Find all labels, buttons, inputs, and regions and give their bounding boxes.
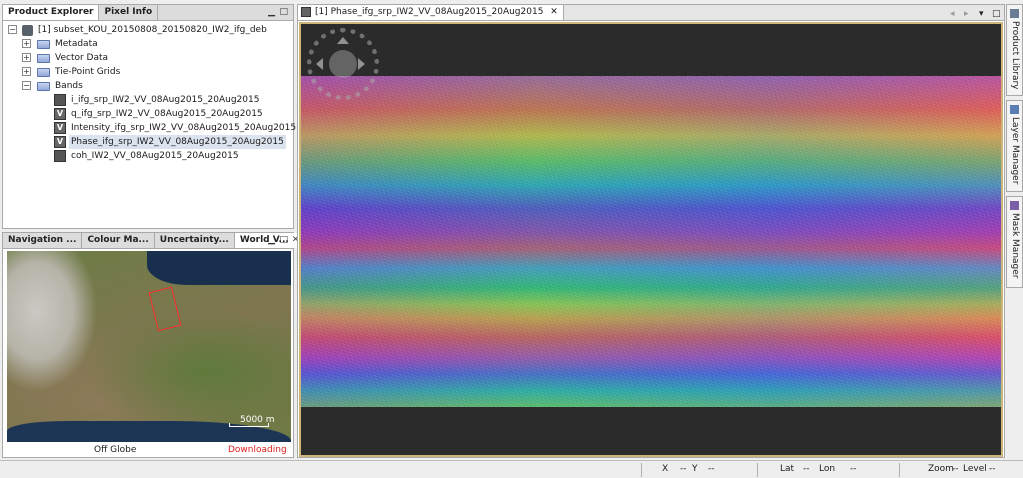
lat-label: Lat <box>780 464 795 474</box>
tree-item-bands[interactable]: − Bands <box>5 79 293 93</box>
tree-item-product[interactable]: − [1] subset_KOU_20150808_20150820_IW2_i… <box>5 23 293 37</box>
image-canvas[interactable] <box>299 22 1003 457</box>
expand-icon[interactable]: + <box>22 39 31 48</box>
folder-icon <box>37 54 50 63</box>
world-map[interactable]: 5000 m <box>7 251 291 442</box>
band-label: q_ifg_srp_IW2_VV_08Aug2015_20Aug2015 <box>71 109 263 119</box>
panel-maximize-icon[interactable]: □ <box>279 7 288 17</box>
phase-image[interactable] <box>301 76 1001 407</box>
sea-area <box>147 251 291 285</box>
library-icon <box>1010 9 1019 18</box>
tab-uncertainty[interactable]: Uncertainty... <box>155 233 235 248</box>
tree-item-metadata[interactable]: + Metadata <box>5 37 293 51</box>
folder-icon <box>37 68 50 77</box>
product-library-label: Product Library <box>1010 21 1020 90</box>
band-label: Intensity_ifg_srp_IW2_VV_08Aug2015_20Aug… <box>71 123 297 133</box>
band-label: i_ifg_srp_IW2_VV_08Aug2015_20Aug2015 <box>71 95 260 105</box>
metadata-label: Metadata <box>55 39 98 49</box>
product-label: [1] subset_KOU_20150808_20150820_IW2_ifg… <box>38 25 267 35</box>
world-view-panel: Navigation ... Colour Ma... Uncertainty.… <box>2 232 306 458</box>
open-folder-icon <box>37 82 50 91</box>
scroll-left-icon[interactable]: ◂ <box>950 9 955 19</box>
x-label: X <box>662 464 669 474</box>
expand-icon[interactable]: + <box>22 67 31 76</box>
band-icon <box>54 94 66 106</box>
product-explorer-panel: Product Explorer Pixel Info ▁ □ − [1] su… <box>2 4 297 229</box>
y-value: -- <box>708 464 715 474</box>
layers-icon <box>1010 105 1019 114</box>
tab-product-library[interactable]: Product Library <box>1006 4 1023 96</box>
tool-tabbar: Navigation ... Colour Ma... Uncertainty.… <box>3 233 306 249</box>
pan-up-icon[interactable] <box>337 37 349 44</box>
lon-value: -- <box>850 464 857 474</box>
world-view-status: Off Globe Downloading <box>3 443 293 457</box>
status-bar: X -- Y -- Lat -- Lon -- Zoom -- Level -- <box>0 460 1023 478</box>
band-item-i[interactable]: i_ifg_srp_IW2_VV_08Aug2015_20Aug2015 <box>5 93 293 107</box>
collapse-icon[interactable]: − <box>8 25 17 34</box>
pan-left-icon[interactable] <box>316 58 323 70</box>
pan-right-icon[interactable] <box>358 58 365 70</box>
product-icon <box>22 25 33 36</box>
lon-label: Lon <box>819 464 836 474</box>
layer-manager-label: Layer Manager <box>1010 117 1020 185</box>
image-view-tabbar: [1] Phase_ifg_srp_IW2_VV_08Aug2015_20Aug… <box>298 5 1004 21</box>
band-icon <box>301 7 311 17</box>
band-icon <box>54 150 66 162</box>
navigation-center[interactable] <box>329 50 357 78</box>
right-sidebar: Product Library Layer Manager Mask Manag… <box>1006 4 1023 458</box>
tab-pixel-info[interactable]: Pixel Info <box>99 5 159 20</box>
maximize-icon[interactable]: □ <box>992 9 1001 19</box>
scroll-right-icon[interactable]: ▸ <box>964 9 969 19</box>
zoom-value: -- <box>952 464 959 474</box>
tie-point-grids-label: Tie-Point Grids <box>55 67 121 77</box>
x-value: -- <box>680 464 687 474</box>
tab-product-explorer[interactable]: Product Explorer <box>3 5 100 20</box>
tree-item-tie-point-grids[interactable]: + Tie-Point Grids <box>5 65 293 79</box>
status-separator <box>641 463 642 477</box>
view-tab-title: [1] Phase_ifg_srp_IW2_VV_08Aug2015_20Aug… <box>315 7 544 17</box>
tab-mask-manager[interactable]: Mask Manager <box>1006 196 1023 288</box>
window-list-icon[interactable]: ▾ <box>979 9 984 19</box>
panel-minimize-icon[interactable]: ▁ <box>268 235 275 245</box>
virtual-band-icon: V <box>54 136 66 148</box>
product-explorer-tabbar: Product Explorer Pixel Info <box>3 5 293 21</box>
close-icon[interactable]: ✕ <box>550 7 558 17</box>
level-label: Level <box>963 464 987 474</box>
vector-data-label: Vector Data <box>55 53 109 63</box>
status-separator <box>899 463 900 477</box>
band-item-q[interactable]: V q_ifg_srp_IW2_VV_08Aug2015_20Aug2015 <box>5 107 293 121</box>
collapse-icon[interactable]: − <box>22 81 31 90</box>
band-item-phase[interactable]: V Phase_ifg_srp_IW2_VV_08Aug2015_20Aug20… <box>5 135 293 149</box>
virtual-band-icon: V <box>54 122 66 134</box>
tree-item-vector-data[interactable]: + Vector Data <box>5 51 293 65</box>
band-item-intensity[interactable]: V Intensity_ifg_srp_IW2_VV_08Aug2015_20A… <box>5 121 297 135</box>
level-value: -- <box>989 464 996 474</box>
mask-icon <box>1010 201 1019 210</box>
panel-maximize-icon[interactable]: □ <box>279 235 288 245</box>
tab-colour-manipulation[interactable]: Colour Ma... <box>82 233 155 248</box>
band-item-coh[interactable]: coh_IW2_VV_08Aug2015_20Aug2015 <box>5 149 293 163</box>
globe-mode: Off Globe <box>94 445 137 455</box>
expand-icon[interactable]: + <box>22 53 31 62</box>
scale-bar-label: 5000 m <box>240 415 275 425</box>
mask-manager-label: Mask Manager <box>1010 213 1020 279</box>
panel-minimize-icon[interactable]: ▁ <box>268 7 275 17</box>
navigation-control[interactable] <box>307 28 379 100</box>
bands-label: Bands <box>55 81 83 91</box>
tab-navigation[interactable]: Navigation ... <box>3 233 83 248</box>
band-label-selected: Phase_ifg_srp_IW2_VV_08Aug2015_20Aug2015 <box>69 135 286 149</box>
virtual-band-icon: V <box>54 108 66 120</box>
lat-value: -- <box>803 464 810 474</box>
download-status: Downloading <box>228 445 287 455</box>
product-footprint <box>148 286 182 332</box>
zoom-label: Zoom <box>928 464 954 474</box>
status-separator <box>757 463 758 477</box>
y-label: Y <box>692 464 698 474</box>
folder-icon <box>37 40 50 49</box>
band-label: coh_IW2_VV_08Aug2015_20Aug2015 <box>71 151 239 161</box>
tab-layer-manager[interactable]: Layer Manager <box>1006 100 1023 192</box>
tab-phase-view[interactable]: [1] Phase_ifg_srp_IW2_VV_08Aug2015_20Aug… <box>298 5 564 20</box>
image-view-window: [1] Phase_ifg_srp_IW2_VV_08Aug2015_20Aug… <box>297 4 1005 458</box>
